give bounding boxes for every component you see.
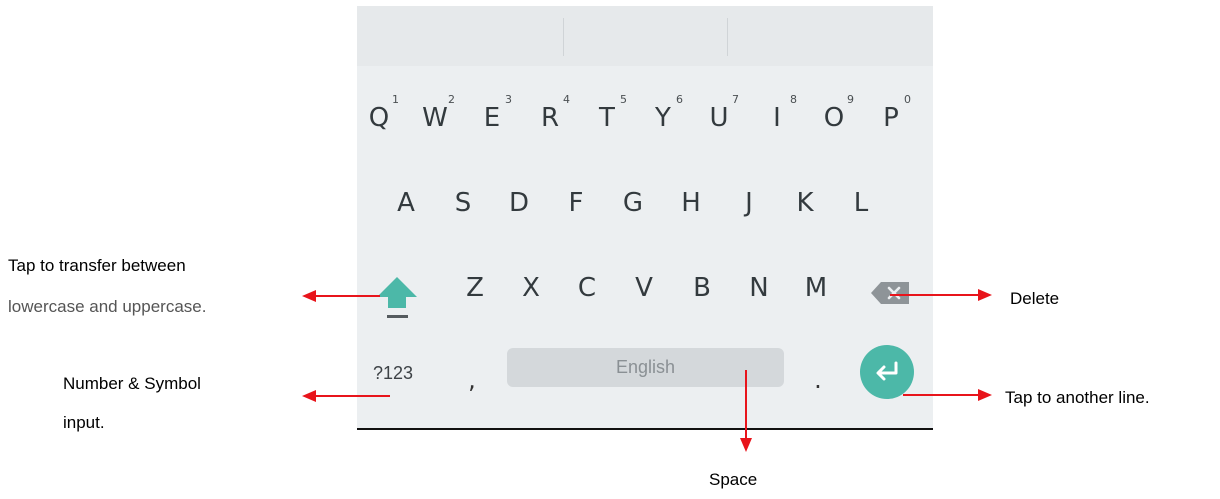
symbol-annotation-line1: Number & Symbol [63,374,201,393]
enter-annotation: Tap to another line. [1005,388,1150,407]
symbol-annotation-line2: input. [63,413,105,432]
shift-annotation-line1: Tap to transfer between [8,256,186,275]
delete-annotation: Delete [1010,289,1060,308]
space-annotation: Space [709,470,758,489]
shift-annotation-line2: lowercase and uppercase. [8,297,207,316]
